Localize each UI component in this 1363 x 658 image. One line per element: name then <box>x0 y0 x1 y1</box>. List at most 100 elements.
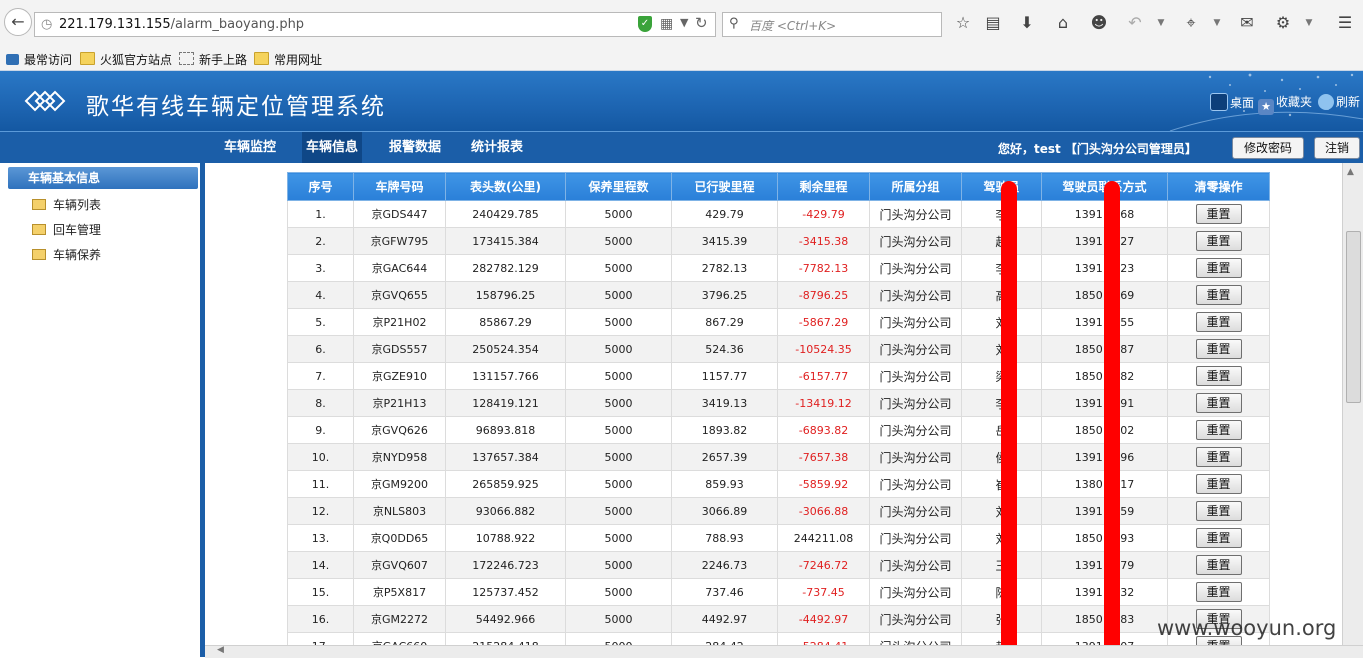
table-cell: 5000 <box>565 497 672 525</box>
table-cell: 173415.384 <box>445 227 566 255</box>
sidebar-item-vehicle-list[interactable]: 车辆列表 <box>32 196 101 213</box>
table-cell: 244211.08 <box>777 524 870 552</box>
bookmark-common-sites[interactable]: 常用网址 <box>254 51 322 68</box>
bookmark-getting-started[interactable]: 新手上路 <box>179 51 247 68</box>
page-icon <box>179 52 194 65</box>
nav-statistics[interactable]: 统计报表 <box>467 132 527 164</box>
comment-icon[interactable]: ✉ <box>1236 12 1258 34</box>
reset-button[interactable]: 重置 <box>1195 555 1242 575</box>
nav-alarm-data[interactable]: 报警数据 <box>385 132 445 164</box>
sidebar-heading[interactable]: 车辆基本信息 <box>8 167 198 189</box>
shield-icon[interactable]: ✓ <box>638 16 652 32</box>
table-row: 1. 京GDS447 240429.785 5000 429.79 -429.79 门头沟分… <box>287 200 1270 228</box>
bookmarks-bar: 最常访问 火狐官方站点 新手上路 常用网址 <box>0 48 1363 71</box>
table-cell: 5000 <box>565 524 672 552</box>
table-cell: 重置 <box>1167 416 1270 444</box>
reset-button[interactable]: 重置 <box>1195 366 1242 386</box>
bookmark-label: 新手上路 <box>199 53 248 67</box>
table-cell: 门头沟分公司 <box>869 443 962 471</box>
main-nav: 车辆监控 车辆信息 报警数据 统计报表 您好，test 【门头沟分公司管理员】 … <box>0 131 1363 164</box>
search-input[interactable]: ⚲ 百度 <Ctrl+K> <box>722 12 942 37</box>
undo-icon[interactable]: ↶ <box>1124 12 1146 34</box>
table-cell: 3415.39 <box>671 227 778 255</box>
table-cell: 5000 <box>565 416 672 444</box>
scroll-up-icon[interactable]: ▲ <box>1347 167 1354 177</box>
scroll-left-icon[interactable]: ◀ <box>217 645 224 655</box>
crop-icon[interactable]: ⌖ <box>1180 12 1202 34</box>
undo-dropdown-icon[interactable]: ▼ <box>1150 12 1172 34</box>
menu-icon[interactable]: ☰ <box>1334 12 1356 34</box>
reading-list-icon[interactable]: ▤ <box>982 12 1004 34</box>
nav-vehicle-monitoring[interactable]: 车辆监控 <box>220 132 280 164</box>
table-cell: 4. <box>287 281 354 309</box>
nav-vehicle-info[interactable]: 车辆信息 <box>302 132 363 164</box>
table-row: 12. 京NLS803 93066.882 5000 3066.89 -3066.88 门头… <box>287 497 1270 525</box>
table-cell: 门头沟分公司 <box>869 308 962 336</box>
column-header: 清零操作 <box>1167 172 1270 201</box>
reset-button[interactable]: 重置 <box>1195 204 1242 224</box>
desktop-link[interactable]: 桌面 <box>1210 93 1254 111</box>
reset-button[interactable]: 重置 <box>1195 420 1242 440</box>
table-cell: 重置 <box>1167 470 1270 498</box>
table-cell: 重置 <box>1167 578 1270 606</box>
home-icon[interactable]: ⌂ <box>1052 12 1074 34</box>
favorites-link[interactable]: ★ 收藏夹 <box>1258 93 1312 115</box>
sidebar-item-return-management[interactable]: 回车管理 <box>32 221 101 238</box>
reload-icon[interactable]: ↻ <box>695 14 708 32</box>
refresh-link[interactable]: 刷新 <box>1318 93 1360 110</box>
bookmark-label: 火狐官方站点 <box>100 53 173 67</box>
reset-button[interactable]: 重置 <box>1195 393 1242 413</box>
table-cell: 5000 <box>565 470 672 498</box>
table-cell: -6157.77 <box>777 362 870 390</box>
table-cell: -6893.82 <box>777 416 870 444</box>
star-icon[interactable]: ☆ <box>952 12 974 34</box>
reset-button[interactable]: 重置 <box>1195 582 1242 602</box>
chat-icon[interactable]: ☻ <box>1088 12 1110 34</box>
url-bar[interactable]: ◷ 221.179.131.155/alarm_baoyang.php ✓ ▦ … <box>34 12 716 37</box>
table-cell: 重置 <box>1167 200 1270 228</box>
table-cell: 1893.82 <box>671 416 778 444</box>
table-row: 17.京GAC660215284.4185000284.42-5284.41门头… <box>287 632 1270 645</box>
chevron-down-icon[interactable]: ▼ <box>680 16 688 29</box>
table-cell: -3415.38 <box>777 227 870 255</box>
download-icon[interactable]: ⬇ <box>1016 12 1038 34</box>
logout-button[interactable]: 注销 <box>1314 137 1360 159</box>
table-cell: 524.36 <box>671 335 778 363</box>
reset-button[interactable]: 重置 <box>1195 312 1242 332</box>
reset-button[interactable]: 重置 <box>1195 474 1242 494</box>
bookmark-most-visited[interactable]: 最常访问 <box>6 51 72 68</box>
vertical-scrollbar[interactable]: ▲ <box>1342 163 1363 645</box>
table-cell: 5000 <box>565 227 672 255</box>
table-cell: 重置 <box>1167 524 1270 552</box>
sidebar-item-maintenance[interactable]: 车辆保养 <box>32 246 101 263</box>
url-text[interactable]: 221.179.131.155/alarm_baoyang.php <box>59 17 304 32</box>
back-arrow-icon[interactable]: ← <box>4 8 32 36</box>
table-cell: 131157.766 <box>445 362 566 390</box>
horizontal-scrollbar[interactable]: ◀ <box>205 645 1363 658</box>
table-row: 8. 京P21H13 128419.121 5000 3419.13 -13419.12 门… <box>287 389 1270 417</box>
reset-button[interactable]: 重置 <box>1195 339 1242 359</box>
table-cell: -7782.13 <box>777 254 870 282</box>
column-header: 所属分组 <box>869 172 962 201</box>
reset-button[interactable]: 重置 <box>1195 447 1242 467</box>
table-cell: 京GAC660 <box>353 632 446 645</box>
table-cell: 门头沟分公司 <box>869 227 962 255</box>
reset-button[interactable]: 重置 <box>1195 258 1242 278</box>
reset-button[interactable]: 重置 <box>1195 501 1242 521</box>
scrollbar-thumb[interactable] <box>1346 231 1361 403</box>
table-cell: -7246.72 <box>777 551 870 579</box>
table-cell: 京GFW795 <box>353 227 446 255</box>
extension-icon[interactable]: ⚙ <box>1272 12 1294 34</box>
reset-button[interactable]: 重置 <box>1195 285 1242 305</box>
table-cell: 5000 <box>565 362 672 390</box>
qrcode-icon[interactable]: ▦ <box>660 16 673 32</box>
table-cell: 5000 <box>565 632 672 645</box>
bookmark-firefox[interactable]: 火狐官方站点 <box>80 51 172 68</box>
reset-button[interactable]: 重置 <box>1195 231 1242 251</box>
reset-button[interactable]: 重置 <box>1195 528 1242 548</box>
table-cell: 京GDS557 <box>353 335 446 363</box>
table-cell: 重置 <box>1167 308 1270 336</box>
extension-dropdown-icon[interactable]: ▼ <box>1298 12 1320 34</box>
change-password-button[interactable]: 修改密码 <box>1232 137 1304 159</box>
crop-dropdown-icon[interactable]: ▼ <box>1206 12 1228 34</box>
